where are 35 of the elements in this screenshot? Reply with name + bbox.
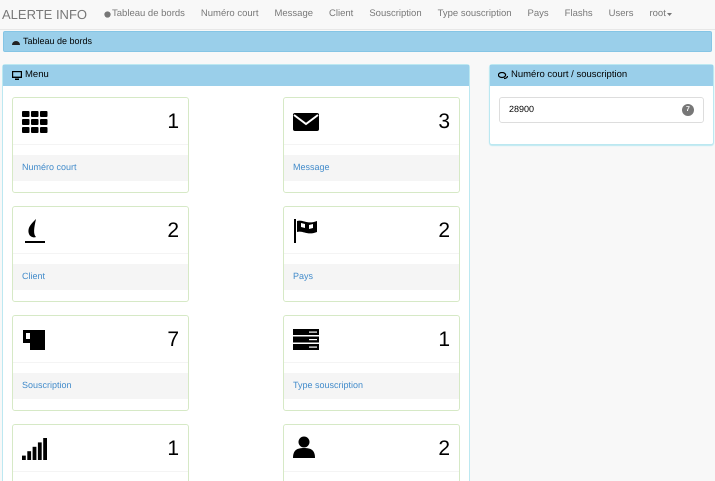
card-count: 7 <box>167 327 179 350</box>
nav-link[interactable]: Users <box>600 7 642 22</box>
card-link[interactable]: Message <box>293 161 330 175</box>
server-icon <box>293 327 319 353</box>
signal-icon <box>22 436 48 462</box>
nav-link[interactable]: Message <box>266 7 322 22</box>
card-count: 2 <box>167 218 179 241</box>
card-link[interactable]: Client <box>22 270 46 284</box>
caret-icon <box>666 13 672 16</box>
nav-link[interactable]: Tableau de bords <box>96 7 193 22</box>
nav-link[interactable]: Type souscription <box>430 7 520 22</box>
user-menu[interactable]: root <box>641 7 680 22</box>
card-count: 2 <box>438 436 450 459</box>
card-count: 1 <box>167 109 179 132</box>
card-link[interactable]: Souscription <box>22 379 72 393</box>
flag-icon <box>293 218 319 244</box>
card-count: 2 <box>438 218 450 241</box>
card-count: 1 <box>438 327 450 350</box>
nav-link[interactable]: Client <box>321 7 362 22</box>
grid-icon <box>22 109 48 135</box>
monitor-icon <box>12 71 22 80</box>
comments-icon <box>498 72 508 80</box>
card-link[interactable]: Pays <box>293 270 314 284</box>
nav-link[interactable]: Pays <box>520 7 557 22</box>
nav-link[interactable]: Numéro court <box>192 7 266 22</box>
panel-title: Numéro court / souscription <box>511 68 628 82</box>
nav-link[interactable]: Souscription <box>361 7 430 22</box>
brand[interactable]: ALERTE INFO <box>2 4 88 24</box>
card-count: 1 <box>167 436 179 459</box>
card-count: 3 <box>438 109 450 132</box>
card-link[interactable]: Numéro court <box>22 161 77 175</box>
nav-link[interactable]: Flashs <box>556 7 601 22</box>
panel-title: Menu <box>25 68 49 82</box>
user-icon <box>293 436 315 458</box>
breadcrumb-text: Tableau de bords <box>23 34 92 48</box>
